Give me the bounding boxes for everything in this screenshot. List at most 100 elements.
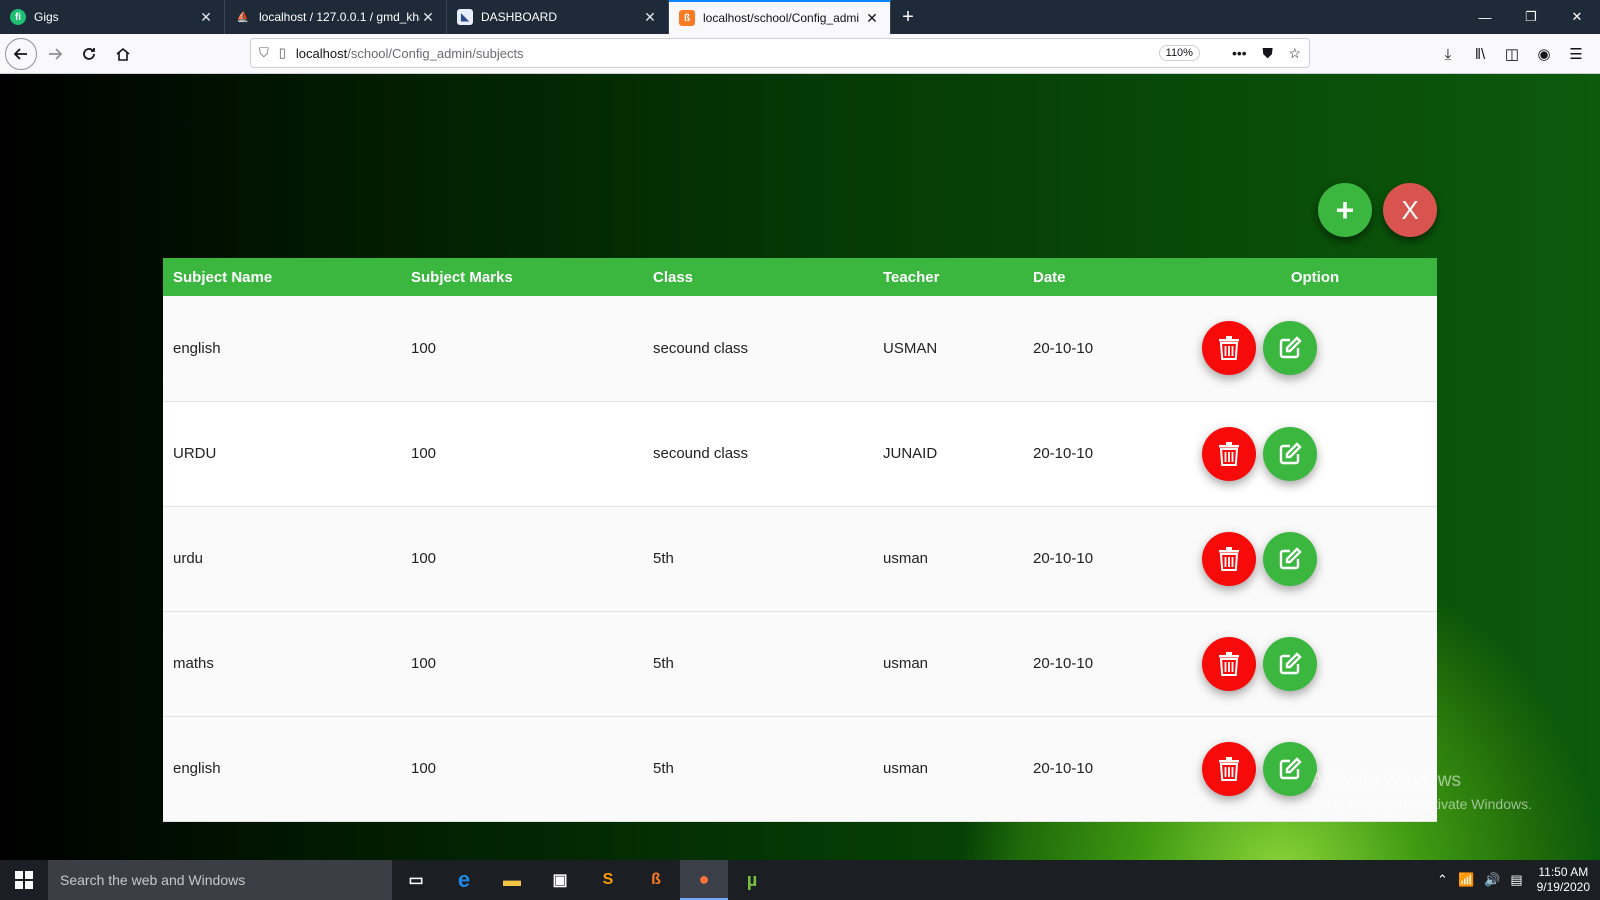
pocket-icon[interactable]: ⛊ bbox=[1262, 45, 1273, 61]
forward-button[interactable] bbox=[39, 38, 71, 70]
menu-icon[interactable]: ☰ bbox=[1560, 45, 1592, 63]
edit-icon bbox=[1279, 336, 1302, 359]
edit-icon bbox=[1279, 651, 1302, 674]
trash-icon bbox=[1219, 336, 1239, 361]
edit-button[interactable] bbox=[1263, 531, 1317, 586]
shield-icon[interactable]: ⛉ bbox=[259, 45, 269, 61]
notification-icon[interactable]: ▤ bbox=[1510, 872, 1522, 888]
start-button[interactable] bbox=[0, 860, 48, 900]
taskbar-search-box[interactable]: Search the web and Windows bbox=[48, 860, 392, 900]
close-button[interactable]: X bbox=[1383, 183, 1437, 237]
edit-button[interactable] bbox=[1263, 321, 1317, 376]
edit-icon bbox=[1279, 756, 1302, 779]
cell-subject: maths bbox=[173, 655, 214, 672]
library-icon[interactable]: ‖\ bbox=[1464, 46, 1496, 63]
arrow-right-icon bbox=[49, 47, 63, 60]
zoom-indicator[interactable]: 110% bbox=[1158, 45, 1200, 61]
tab-dashboard[interactable]: ◣ DASHBOARD ✕ bbox=[447, 0, 669, 34]
delete-button[interactable] bbox=[1202, 321, 1256, 376]
cell-teacher: usman bbox=[883, 550, 929, 567]
cell-teacher: usman bbox=[883, 655, 929, 672]
table-row: urdu 100 5th usman 20-10-10 bbox=[163, 506, 1437, 611]
close-icon[interactable]: ✕ bbox=[864, 10, 880, 27]
back-button[interactable] bbox=[5, 37, 37, 70]
address-bar[interactable]: ⛉ ▯ localhost/school/Config_admin/subjec… bbox=[250, 38, 1310, 68]
file-explorer-icon[interactable]: ▬ bbox=[488, 860, 536, 900]
cell-marks: 100 bbox=[411, 339, 437, 357]
clock-date: 9/19/2020 bbox=[1536, 880, 1590, 894]
restore-icon[interactable]: ❐ bbox=[1508, 0, 1554, 34]
trash-icon bbox=[1219, 441, 1239, 466]
network-icon[interactable]: 📶 bbox=[1458, 872, 1474, 888]
delete-button[interactable] bbox=[1202, 531, 1256, 586]
edit-icon bbox=[1279, 441, 1302, 464]
close-icon[interactable]: ✕ bbox=[642, 9, 658, 26]
cell-class: secound class bbox=[653, 445, 749, 462]
cell-teacher: JUNAID bbox=[883, 445, 938, 462]
phpmyadmin-icon: ⛵ bbox=[236, 11, 250, 23]
clock[interactable]: 11:50 AM 9/19/2020 bbox=[1537, 865, 1590, 895]
table-row: english 100 5th usman 20-10-10 bbox=[163, 716, 1437, 821]
reload-button[interactable] bbox=[73, 38, 105, 70]
header-date: Date bbox=[1033, 268, 1066, 286]
cell-actions bbox=[1183, 296, 1437, 401]
tab-phpmyadmin[interactable]: ⛵ localhost / 127.0.0.1 / gmd_kha ✕ bbox=[225, 0, 447, 34]
sublime-text-icon[interactable]: S bbox=[584, 860, 632, 900]
add-subject-button[interactable]: + bbox=[1318, 183, 1372, 237]
download-icon[interactable]: ⤓ bbox=[1432, 46, 1464, 63]
toolbar-right: ⤓ ‖\ ◫ ◉ ☰ bbox=[1432, 34, 1592, 74]
cell-class: 5th bbox=[653, 550, 674, 567]
table-row: maths 100 5th usman 20-10-10 bbox=[163, 611, 1437, 716]
arrow-left-icon bbox=[13, 47, 27, 60]
reload-icon bbox=[83, 47, 95, 60]
delete-button[interactable] bbox=[1202, 636, 1256, 691]
more-actions-icon[interactable]: ••• bbox=[1232, 45, 1247, 61]
xampp-taskbar-icon[interactable]: ß bbox=[632, 860, 680, 900]
window-close-icon[interactable]: ✕ bbox=[1554, 0, 1600, 34]
header-option: Option bbox=[1290, 268, 1340, 286]
xampp-icon: ß bbox=[679, 10, 695, 26]
header-subject-name: Subject Name bbox=[173, 268, 273, 286]
firefox-icon[interactable]: ● bbox=[680, 860, 728, 900]
close-icon[interactable]: ✕ bbox=[198, 9, 214, 26]
edit-icon bbox=[1279, 546, 1302, 569]
close-icon[interactable]: ✕ bbox=[420, 9, 436, 26]
store-icon[interactable]: ▣ bbox=[536, 860, 584, 900]
delete-button[interactable] bbox=[1202, 741, 1256, 796]
system-tray: ⌃ 📶 🔊 ▤ 11:50 AM 9/19/2020 bbox=[1427, 865, 1600, 895]
edit-button[interactable] bbox=[1263, 636, 1317, 691]
task-view-icon[interactable]: ▭ bbox=[392, 860, 440, 900]
sidebar-icon[interactable]: ◫ bbox=[1496, 45, 1528, 63]
home-button[interactable] bbox=[107, 38, 139, 70]
activate-windows-watermark: Activate Windows Go to Settings to activ… bbox=[1311, 770, 1532, 812]
url-path: /school/Config_admin/subjects bbox=[347, 45, 524, 61]
tab-gigs[interactable]: fi Gigs ✕ bbox=[0, 0, 225, 34]
account-icon[interactable]: ◉ bbox=[1528, 45, 1560, 63]
edit-button[interactable] bbox=[1263, 741, 1317, 796]
trash-icon bbox=[1219, 546, 1239, 571]
cell-actions bbox=[1183, 611, 1437, 716]
edit-button[interactable] bbox=[1263, 426, 1317, 481]
page-content: + X Subject Name Subject Marks Class Tea… bbox=[0, 74, 1600, 860]
delete-button[interactable] bbox=[1202, 426, 1256, 481]
cell-actions bbox=[1183, 506, 1437, 611]
trash-icon bbox=[1219, 756, 1239, 781]
page-icon: ▯ bbox=[278, 45, 286, 60]
cell-class: 5th bbox=[653, 760, 674, 777]
tab-config-admin[interactable]: ß localhost/school/Config_admi ✕ bbox=[669, 0, 891, 34]
cell-subject: english bbox=[173, 760, 221, 777]
table-row: URDU 100 secound class JUNAID 20-10-10 bbox=[163, 401, 1437, 506]
utorrent-icon[interactable]: µ bbox=[728, 860, 776, 900]
minimize-icon[interactable]: — bbox=[1462, 0, 1508, 34]
fiverr-icon: fi bbox=[10, 9, 26, 25]
edge-icon[interactable]: e bbox=[440, 860, 488, 900]
clock-time: 11:50 AM bbox=[1538, 865, 1589, 879]
bookmark-star-icon[interactable]: ☆ bbox=[1288, 45, 1301, 61]
windows-taskbar: Search the web and Windows ▭ e ▬ ▣ S ß ●… bbox=[0, 860, 1600, 900]
new-tab-button[interactable]: + bbox=[891, 0, 925, 34]
watermark-subtitle: Go to Settings to activate Windows. bbox=[1311, 796, 1532, 812]
table-row: english 100 secound class USMAN 20-10-10 bbox=[163, 296, 1437, 401]
url-actions: ••• ⛊ ☆ bbox=[1220, 45, 1301, 62]
volume-icon[interactable]: 🔊 bbox=[1484, 872, 1500, 888]
chevron-up-icon[interactable]: ⌃ bbox=[1437, 872, 1448, 888]
